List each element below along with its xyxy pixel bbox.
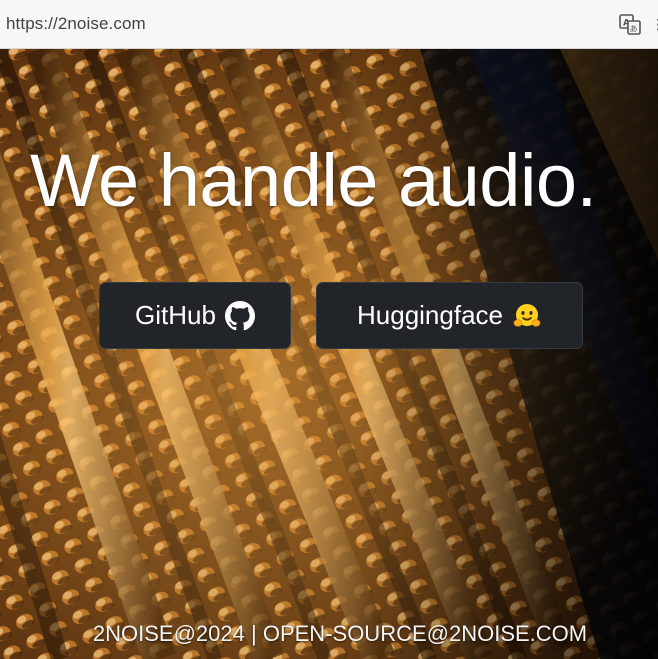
translate-icon[interactable]: A あ	[619, 13, 641, 35]
browser-address-bar[interactable]: https://2noise.com A あ ⋮	[0, 0, 658, 49]
footer-copyright: 2NOISE@2024	[92, 621, 245, 646]
github-button[interactable]: GitHub	[99, 282, 291, 349]
hero-headline: We handle audio.	[30, 139, 597, 222]
footer: 2NOISE@2024 | OPEN-SOURCE@2NOISE.COM	[0, 621, 658, 647]
github-icon	[224, 300, 255, 331]
footer-separator: |	[251, 621, 257, 646]
svg-text:あ: あ	[630, 25, 638, 34]
huggingface-button[interactable]: Huggingface	[316, 282, 583, 349]
huggingface-icon	[512, 301, 542, 331]
footer-email-link[interactable]: OPEN-SOURCE@2NOISE.COM	[263, 621, 587, 646]
more-icon[interactable]: ⋮	[651, 15, 658, 33]
hero-section: We handle audio. GitHub Huggingface 2NOI…	[0, 49, 658, 659]
url-text[interactable]: https://2noise.com	[6, 14, 146, 34]
huggingface-button-label: Huggingface	[357, 300, 503, 330]
github-button-label: GitHub	[135, 300, 216, 330]
